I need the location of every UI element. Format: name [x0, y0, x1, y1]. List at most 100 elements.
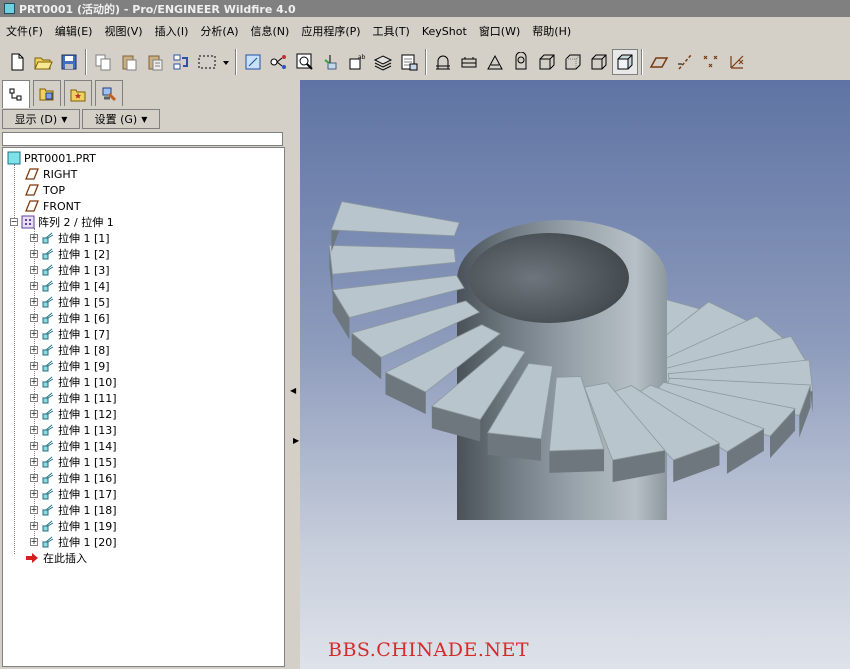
insert-here-marker[interactable]: 在此插入 — [25, 550, 87, 566]
menu-applications[interactable]: 应用程序(P) — [295, 23, 366, 39]
tree-filter-bar[interactable] — [2, 132, 283, 146]
regenerate-icon[interactable] — [168, 49, 194, 75]
menu-view[interactable]: 视图(V) — [98, 23, 148, 39]
tree-item-feature[interactable]: + 拉伸 1 [19] — [30, 518, 117, 534]
paste-icon[interactable] — [116, 49, 142, 75]
tree-item-top[interactable]: TOP — [25, 182, 65, 198]
select-box-icon[interactable] — [194, 49, 220, 75]
expand-icon[interactable]: + — [30, 378, 38, 386]
expand-icon[interactable]: + — [30, 538, 38, 546]
tree-item-feature[interactable]: + 拉伸 1 [12] — [30, 406, 117, 422]
menu-info[interactable]: 信息(N) — [245, 23, 296, 39]
tree-item-front[interactable]: FRONT — [25, 198, 81, 214]
dropdown-arrow-icon[interactable] — [220, 49, 232, 75]
orient-icon[interactable]: ab — [344, 49, 370, 75]
expand-icon[interactable]: + — [30, 458, 38, 466]
tree-item-feature[interactable]: + 拉伸 1 [18] — [30, 502, 117, 518]
no-hidden-icon[interactable] — [482, 49, 508, 75]
collapse-left-icon[interactable]: ◀ — [290, 386, 296, 395]
expand-icon[interactable]: + — [30, 394, 38, 402]
tree-item-feature[interactable]: + 拉伸 1 [14] — [30, 438, 117, 454]
expand-icon[interactable]: + — [30, 362, 38, 370]
coord-sys-icon[interactable] — [724, 49, 750, 75]
expand-icon[interactable]: + — [30, 298, 38, 306]
tree-item-feature[interactable]: + 拉伸 1 [13] — [30, 422, 117, 438]
expand-icon[interactable]: + — [30, 266, 38, 274]
shaded-active-icon[interactable] — [612, 48, 638, 75]
tree-root[interactable]: PRT0001.PRT — [7, 150, 96, 166]
expand-icon[interactable]: + — [30, 410, 38, 418]
expand-icon[interactable]: + — [30, 522, 38, 530]
expand-icon[interactable]: + — [30, 442, 38, 450]
zoom-window-icon[interactable] — [292, 49, 318, 75]
extrude-icon — [42, 360, 54, 372]
tree-item-feature[interactable]: + 拉伸 1 [7] — [30, 326, 110, 342]
tree-item-feature[interactable]: + 拉伸 1 [4] — [30, 278, 110, 294]
hidden-line-icon[interactable] — [456, 49, 482, 75]
tree-item-feature[interactable]: + 拉伸 1 [17] — [30, 486, 117, 502]
shaded-model-icon[interactable] — [586, 49, 612, 75]
menu-analysis[interactable]: 分析(A) — [194, 23, 244, 39]
tree-item-label: RIGHT — [43, 167, 78, 181]
tree-item-feature[interactable]: + 拉伸 1 [10] — [30, 374, 117, 390]
tree-item-feature[interactable]: + 拉伸 1 [11] — [30, 390, 117, 406]
tree-item-feature[interactable]: + 拉伸 1 [16] — [30, 470, 117, 486]
expand-icon[interactable]: + — [30, 426, 38, 434]
layers-icon[interactable] — [370, 49, 396, 75]
tree-item-pattern[interactable]: − 阵列 2 / 拉伸 1 — [10, 214, 114, 230]
expand-icon[interactable]: + — [30, 506, 38, 514]
folder-browser-tab[interactable] — [33, 80, 61, 106]
settings-dropdown[interactable]: 设置 (G) ▼ — [82, 109, 160, 129]
expand-icon[interactable]: + — [30, 282, 38, 290]
menu-window[interactable]: 窗口(W) — [473, 23, 526, 39]
favorites-tab[interactable] — [64, 80, 92, 106]
expand-icon[interactable]: + — [30, 250, 38, 258]
extrude-icon — [42, 344, 54, 356]
menu-insert[interactable]: 插入(I) — [149, 23, 195, 39]
tree-item-right[interactable]: RIGHT — [25, 166, 77, 182]
expand-icon[interactable]: + — [30, 474, 38, 482]
shaded-icon[interactable] — [560, 49, 586, 75]
tree-item-feature[interactable]: + 拉伸 1 [9] — [30, 358, 110, 374]
menu-edit[interactable]: 编辑(E) — [49, 23, 99, 39]
tree-item-feature[interactable]: + 拉伸 1 [15] — [30, 454, 117, 470]
expand-right-icon[interactable]: ▶ — [293, 436, 299, 445]
open-icon[interactable] — [30, 49, 56, 75]
pane-splitter[interactable]: ◀ ▶ — [287, 80, 300, 669]
tree-item-feature[interactable]: + 拉伸 1 [8] — [30, 342, 110, 358]
menu-tools[interactable]: 工具(T) — [367, 23, 416, 39]
view-manager-icon[interactable] — [396, 49, 422, 75]
menu-keyshot[interactable]: KeyShot — [416, 25, 473, 38]
expand-icon[interactable]: + — [30, 314, 38, 322]
tree-item-feature[interactable]: + 拉伸 1 [6] — [30, 310, 110, 326]
expand-icon[interactable]: + — [30, 490, 38, 498]
wireframe-icon[interactable] — [430, 49, 456, 75]
datum-points-icon[interactable] — [698, 49, 724, 75]
shading-icon[interactable] — [508, 49, 534, 75]
tree-item-feature[interactable]: + 拉伸 1 [3] — [30, 262, 110, 278]
repaint-icon[interactable] — [318, 49, 344, 75]
expand-icon[interactable]: + — [30, 234, 38, 242]
expand-icon[interactable]: + — [30, 346, 38, 354]
save-icon[interactable] — [56, 49, 82, 75]
tree-item-feature[interactable]: + 拉伸 1 [1] — [30, 230, 110, 246]
tree-item-feature[interactable]: + 拉伸 1 [5] — [30, 294, 110, 310]
tree-item-feature[interactable]: + 拉伸 1 [2] — [30, 246, 110, 262]
datum-planes-icon[interactable] — [646, 49, 672, 75]
shaded-edges-icon[interactable] — [534, 49, 560, 75]
menu-file[interactable]: 文件(F) — [0, 23, 49, 39]
connections-tab[interactable] — [95, 80, 123, 106]
paste-special-icon[interactable] — [142, 49, 168, 75]
model-tree-tab[interactable] — [2, 80, 30, 108]
expand-icon[interactable]: + — [30, 330, 38, 338]
menu-help[interactable]: 帮助(H) — [526, 23, 577, 39]
datum-axes-icon[interactable] — [672, 49, 698, 75]
zoom-fit-icon[interactable] — [240, 49, 266, 75]
graphics-viewport[interactable]: BBS.CHINADE.NET — [300, 80, 850, 669]
new-icon[interactable] — [4, 49, 30, 75]
collapse-icon[interactable]: − — [10, 218, 18, 226]
copy-icon[interactable] — [90, 49, 116, 75]
datum-icon[interactable] — [266, 49, 292, 75]
tree-item-feature[interactable]: + 拉伸 1 [20] — [30, 534, 117, 550]
show-dropdown[interactable]: 显示 (D) ▼ — [2, 109, 80, 129]
